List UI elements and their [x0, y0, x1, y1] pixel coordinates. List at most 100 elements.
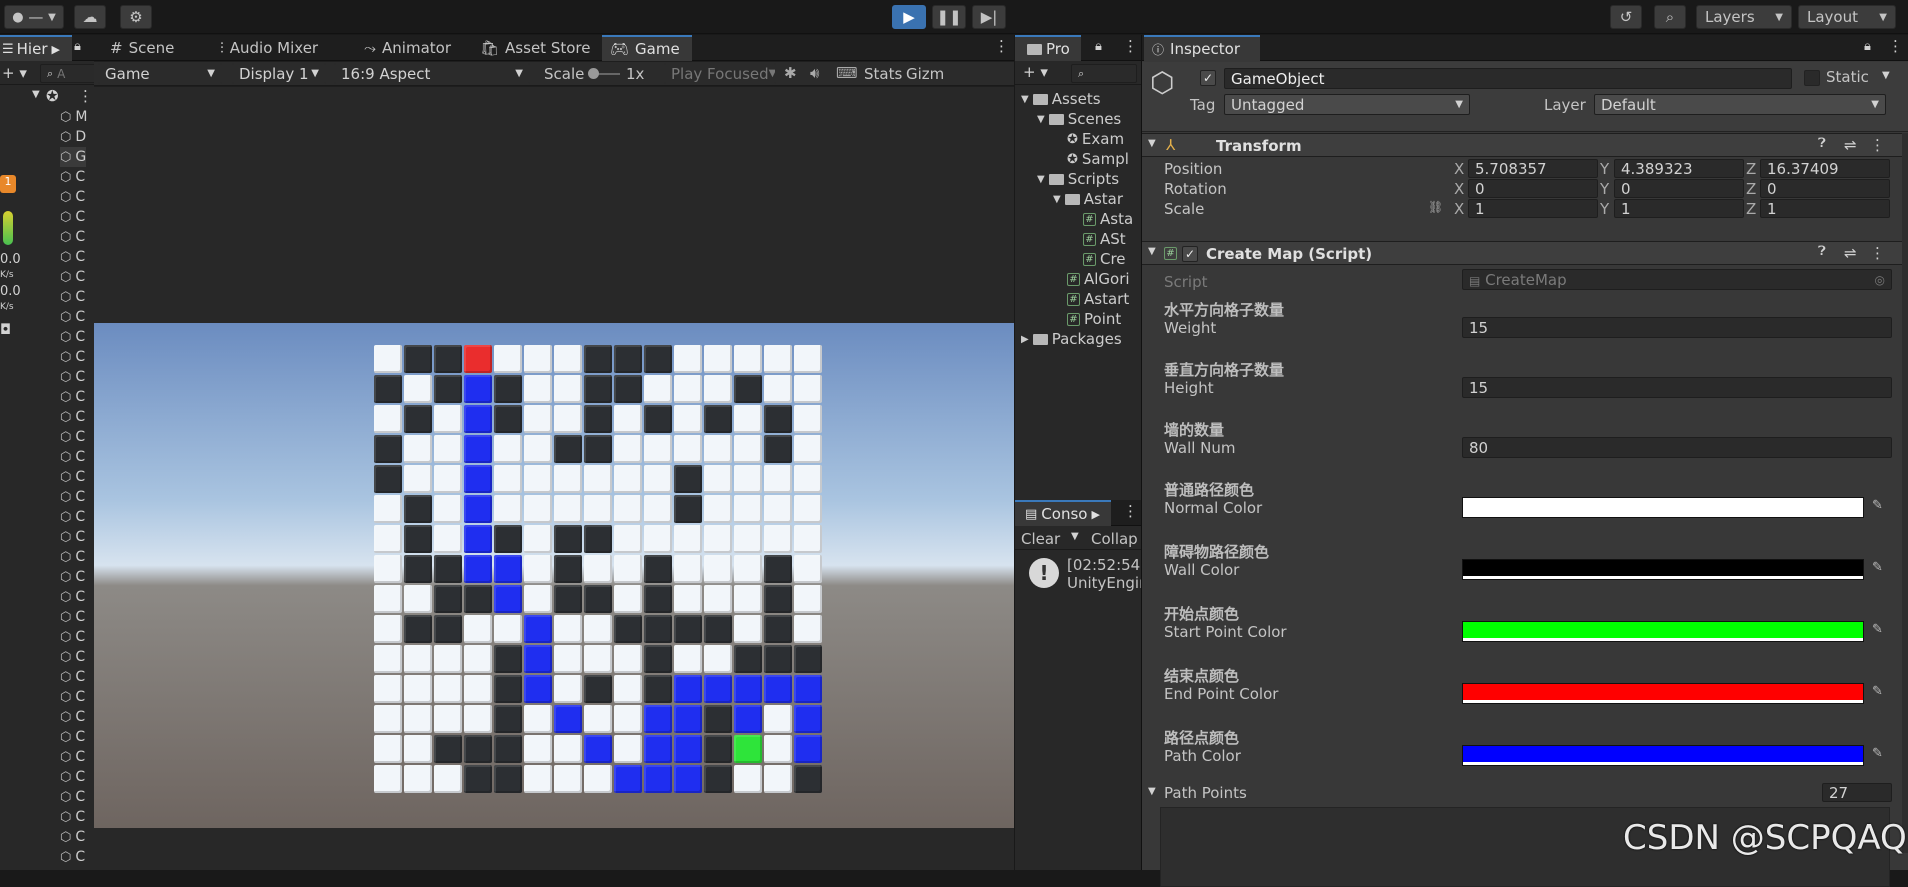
color-swatch[interactable]	[1462, 559, 1864, 580]
more-menu-icon[interactable]: ⋮	[1888, 37, 1903, 55]
hierarchy-item[interactable]: ⬡ D	[60, 127, 86, 147]
project-item[interactable]: ▼ Scenes	[1037, 109, 1121, 129]
gizmos-button[interactable]: Gizm	[906, 65, 944, 83]
chevron-down-icon[interactable]: ▼	[1882, 70, 1890, 81]
history-button[interactable]: ↺	[1610, 5, 1642, 29]
hierarchy-item[interactable]: ⬡ C	[60, 327, 85, 347]
aspect-dropdown[interactable]: 16:9 Aspect ▼	[334, 63, 530, 84]
play-button[interactable]: ▶	[892, 5, 926, 29]
project-item[interactable]: # Astart	[1053, 289, 1129, 309]
end-point-color-field[interactable]: ✎	[1462, 683, 1892, 704]
start-point-color-field[interactable]: ✎	[1462, 621, 1892, 642]
game-view-dropdown[interactable]: Game ▼	[98, 63, 222, 84]
scale-z-field[interactable]: 1	[1760, 199, 1890, 218]
script-field[interactable]: ▤ CreateMap ◎	[1462, 269, 1892, 290]
project-item[interactable]: ▶ Packages	[1021, 329, 1122, 349]
hierarchy-item[interactable]: ⬡ C	[60, 167, 85, 187]
project-item[interactable]: ✪ Sampl	[1053, 149, 1129, 169]
active-checkbox[interactable]: ✓	[1200, 70, 1216, 86]
height-field[interactable]: 15	[1462, 377, 1892, 398]
position-x-field[interactable]: 5.708357	[1468, 159, 1598, 178]
path-points-row[interactable]: ▼ Path Points 27	[1142, 783, 1908, 807]
more-menu-icon[interactable]: ⋮	[1123, 37, 1138, 55]
scale-x-field[interactable]: 1	[1468, 199, 1598, 218]
project-item[interactable]: # AlGori	[1053, 269, 1130, 289]
wall-color-field[interactable]: ✎	[1462, 559, 1892, 580]
cloud-button[interactable]: ☁	[74, 5, 106, 29]
preset-icon[interactable]: ⇌	[1844, 244, 1857, 262]
hierarchy-item[interactable]: ⬡ C	[60, 627, 85, 647]
layout-dropdown[interactable]: Layout ▼	[1798, 5, 1896, 29]
scale-y-field[interactable]: 1	[1614, 199, 1744, 218]
tab-inspector[interactable]: ⓘ Inspector	[1144, 35, 1260, 61]
hierarchy-item[interactable]: ⬡ C	[60, 487, 85, 507]
hierarchy-item[interactable]: ⬡ C	[60, 427, 85, 447]
stats-button[interactable]: Stats	[864, 65, 902, 83]
hierarchy-item[interactable]: ⬡ C	[60, 547, 85, 567]
scale-slider-thumb[interactable]	[588, 68, 599, 79]
hierarchy-item[interactable]: ⬡ C	[60, 387, 85, 407]
transform-header[interactable]: ▼ ⅄ Transform ❓︎ ⇌ ⋮	[1142, 133, 1908, 157]
wall-num-field[interactable]: 80	[1462, 437, 1892, 458]
eyedropper-icon[interactable]: ✎	[1872, 560, 1883, 575]
account-dropdown[interactable]: ● — ▼	[4, 5, 64, 29]
eyedropper-icon[interactable]: ✎	[1872, 746, 1883, 761]
more-menu-icon[interactable]: ⋮	[1870, 136, 1885, 154]
hierarchy-item[interactable]: ⬡ M	[60, 107, 87, 127]
project-item[interactable]: # Point	[1053, 309, 1121, 329]
help-icon[interactable]: ❓︎	[1818, 136, 1826, 151]
hierarchy-item[interactable]: ⬡ C	[60, 307, 85, 327]
hierarchy-item[interactable]: ⬡ C	[60, 667, 85, 687]
hierarchy-item[interactable]: ⬡ C	[60, 287, 85, 307]
tab-asset-store[interactable]: 🛍︎ Asset Store	[472, 35, 598, 61]
game-viewport[interactable]	[94, 87, 1014, 870]
hierarchy-item[interactable]: ⬡ G	[60, 147, 87, 167]
tab-console[interactable]: ▤ Conso ▶	[1015, 500, 1111, 526]
project-item[interactable]: ▼ Assets	[1021, 89, 1101, 109]
normal-color-field[interactable]: ✎	[1462, 497, 1892, 518]
lock-icon[interactable]: 🔒︎	[1864, 39, 1871, 54]
preset-icon[interactable]: ⇌	[1844, 136, 1857, 154]
project-search-input[interactable]: ⌕	[1071, 64, 1137, 83]
clear-button[interactable]: Clear	[1021, 530, 1060, 548]
object-name-input[interactable]: GameObject	[1224, 68, 1792, 89]
hierarchy-item[interactable]: ⬡ C	[60, 187, 85, 207]
rotation-z-field[interactable]: 0	[1760, 179, 1890, 198]
console-log-entry[interactable]: ! [02:52:54] UnityEngin	[1015, 552, 1149, 596]
path-color-field[interactable]: ✎	[1462, 745, 1892, 766]
path-points-count-field[interactable]: 27	[1822, 783, 1892, 802]
hierarchy-item[interactable]: ⬡ C	[60, 267, 85, 287]
hierarchy-item[interactable]: ⬡ C	[60, 507, 85, 527]
hierarchy-item[interactable]: ⬡ C	[60, 527, 85, 547]
color-swatch[interactable]	[1462, 683, 1864, 704]
lock-icon[interactable]: 🔒︎	[1095, 39, 1102, 54]
position-y-field[interactable]: 4.389323	[1614, 159, 1744, 178]
layer-dropdown[interactable]: Default ▼	[1594, 94, 1886, 115]
help-icon[interactable]: ❓︎	[1818, 244, 1826, 259]
more-menu-icon[interactable]: ⋮	[1123, 502, 1138, 520]
rotation-y-field[interactable]: 0	[1614, 179, 1744, 198]
hierarchy-item[interactable]: ⬡ C	[60, 247, 85, 267]
tab-hierarchy[interactable]: ☰ Hier ▶	[0, 35, 72, 61]
hierarchy-item[interactable]: ⬡ C	[60, 587, 85, 607]
hierarchy-item[interactable]: ⬡ C	[60, 847, 85, 867]
eyedropper-icon[interactable]: ✎	[1872, 684, 1883, 699]
rotation-x-field[interactable]: 0	[1468, 179, 1598, 198]
hierarchy-item[interactable]: ⬡ C	[60, 707, 85, 727]
more-menu-icon[interactable]: ⋮	[78, 87, 93, 105]
tag-dropdown[interactable]: Untagged ▼	[1224, 94, 1470, 115]
hierarchy-item[interactable]: ⬡ C	[60, 807, 85, 827]
project-item[interactable]: # Cre	[1069, 249, 1126, 269]
more-menu-icon[interactable]: ⋮	[1870, 244, 1885, 262]
search-button[interactable]: ⌕	[1654, 5, 1686, 29]
project-item[interactable]: # Asta	[1069, 209, 1133, 229]
hierarchy-item[interactable]: ⬡ C	[60, 567, 85, 587]
hierarchy-item[interactable]: ⬡ C	[60, 687, 85, 707]
hierarchy-item[interactable]: ⬡ C	[60, 767, 85, 787]
step-button[interactable]: ▶|	[972, 5, 1006, 29]
chevron-down-icon[interactable]: ▼	[1071, 531, 1079, 542]
hierarchy-item[interactable]: ⬡ C	[60, 747, 85, 767]
project-item[interactable]: ✪ Exam	[1053, 129, 1124, 149]
play-mode-dropdown[interactable]: Play Focused ▼	[664, 63, 776, 84]
tab-audio-mixer[interactable]: ⫶ Audio Mixer	[212, 35, 326, 61]
